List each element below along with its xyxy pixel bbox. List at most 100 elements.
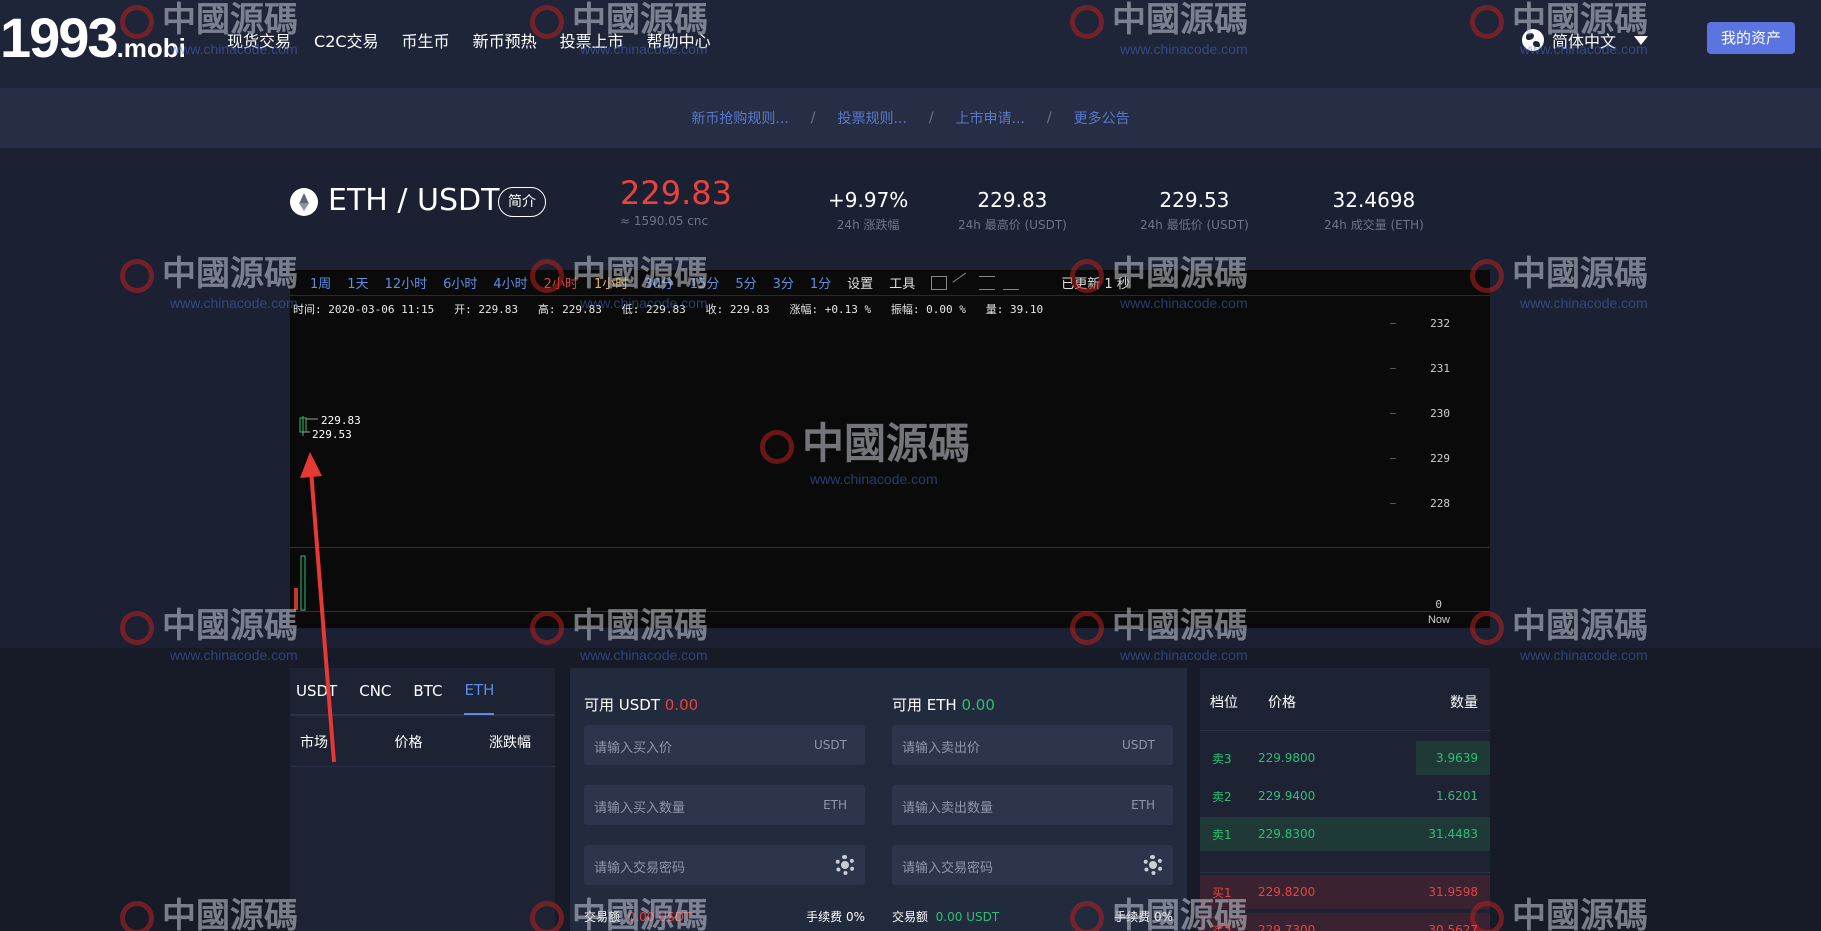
stat-change: +9.97% 24h 涨跌幅 <box>828 188 908 233</box>
buy-password-placeholder: 请输入交易密码 <box>594 861 686 876</box>
notice-separator: / <box>928 110 934 126</box>
bid-row[interactable]: 买2 229.7300 30.5627 <box>1200 911 1490 931</box>
order-book: 档位 价格 数量 卖3 229.9800 3.9639 卖2 229.9400 … <box>1200 668 1490 931</box>
bid-price: 229.8200 <box>1258 885 1316 899</box>
trading-pair: ETH / USDT <box>328 183 500 218</box>
announcement-bar: 新币抢购规则... / 投票规则... / 上市申请... / 更多公告 <box>0 88 1821 148</box>
buy-price-input[interactable]: 请输入买入价 USDT <box>584 725 865 765</box>
sell-fee: 手续费 0% <box>1114 910 1173 924</box>
buy-password-input[interactable]: 请输入交易密码 <box>584 845 865 885</box>
x-axis-now-label: Now <box>1427 614 1450 626</box>
ask-amount: 1.6201 <box>1436 789 1478 803</box>
last-price: 229.83 <box>620 174 732 212</box>
language-selector[interactable]: 简体中文 <box>1522 28 1649 52</box>
tab-usdt[interactable]: USDT <box>296 668 337 714</box>
ask-price: 229.8300 <box>1258 827 1316 841</box>
my-assets-button[interactable]: 我的资产 <box>1707 22 1795 54</box>
stat-high: 229.83 24h 最高价 (USDT) <box>958 188 1067 233</box>
ask-row[interactable]: 卖3 229.9800 3.9639 <box>1200 739 1490 777</box>
ask-amount: 31.4483 <box>1428 827 1478 841</box>
sell-password-input[interactable]: 请输入交易密码 <box>892 845 1173 885</box>
volume-bar <box>294 588 298 610</box>
gear-icon[interactable] <box>1143 855 1163 875</box>
notice-link[interactable]: 新币抢购规则... <box>691 108 788 128</box>
candle-layer <box>294 416 318 611</box>
kline-chart[interactable]: 1周 1天 12小时 6小时 4小时 2小时 1小时 30分 15分 5分 3分… <box>290 270 1490 628</box>
buy-price-unit: USDT <box>814 738 847 752</box>
stat-volume: 32.4698 24h 成交量 (ETH) <box>1324 188 1424 233</box>
buy-total-label: 交易额 <box>584 910 621 924</box>
buy-available-value: 0.00 <box>664 696 699 714</box>
sell-password-placeholder: 请输入交易密码 <box>902 861 994 876</box>
bid-price: 229.7300 <box>1258 923 1316 931</box>
buy-available-label: 可用 USDT <box>584 696 660 714</box>
high-value: 229.83 <box>977 188 1048 212</box>
col-market[interactable]: 市场 <box>300 732 328 752</box>
nav-vote-listing[interactable]: 投票上市 <box>560 28 624 52</box>
notice-more-link[interactable]: 更多公告 <box>1074 108 1130 128</box>
sell-price-input[interactable]: 请输入卖出价 USDT <box>892 725 1173 765</box>
low-label: 24h 最低价 (USDT) <box>1140 218 1249 232</box>
ask-level: 卖3 <box>1212 751 1232 766</box>
sell-available: 可用 ETH 0.00 <box>892 694 995 715</box>
ask-level: 卖1 <box>1212 827 1232 842</box>
notice-link[interactable]: 上市申请... <box>956 108 1025 128</box>
sell-footer: 交易额 0.00 USDT 手续费 0% <box>892 908 1173 925</box>
col-price[interactable]: 价格 <box>395 732 423 752</box>
bid-row[interactable]: 买1 229.8200 31.9598 <box>1200 873 1490 911</box>
main-nav: 现货交易 C2C交易 币生币 新币预热 投票上市 帮助中心 <box>227 28 711 52</box>
bid-amount: 31.9598 <box>1428 885 1478 899</box>
buy-price-placeholder: 请输入买入价 <box>594 741 673 756</box>
sell-amount-unit: ETH <box>1131 798 1155 812</box>
market-panel: USDT CNC BTC ETH 市场 价格 涨跌幅 <box>290 668 555 931</box>
notice-separator: / <box>1046 110 1052 126</box>
tab-btc[interactable]: BTC <box>413 668 442 714</box>
sell-amount-placeholder: 请输入卖出数量 <box>902 801 994 816</box>
buy-amount-unit: ETH <box>823 798 847 812</box>
sell-available-label: 可用 ETH <box>892 696 957 714</box>
volume-bar <box>300 555 306 611</box>
nav-spot-trading[interactable]: 现货交易 <box>227 28 291 52</box>
market-tabs: USDT CNC BTC ETH <box>290 668 555 716</box>
market-table-header: 市场 价格 涨跌幅 <box>290 716 555 767</box>
language-label: 简体中文 <box>1552 32 1617 51</box>
col-change[interactable]: 涨跌幅 <box>489 732 531 752</box>
ask-row[interactable]: 卖2 229.9400 1.6201 <box>1200 777 1490 815</box>
low-value: 229.53 <box>1159 188 1230 212</box>
col-amount: 数量 <box>1450 695 1478 711</box>
buy-amount-input[interactable]: 请输入买入数量 ETH <box>584 785 865 825</box>
volume-value: 32.4698 <box>1332 188 1416 212</box>
volume-label: 24h 成交量 (ETH) <box>1324 218 1424 232</box>
tab-cnc[interactable]: CNC <box>359 668 391 714</box>
stat-low: 229.53 24h 最低价 (USDT) <box>1140 188 1249 233</box>
notice-link[interactable]: 投票规则... <box>837 108 906 128</box>
sell-amount-input[interactable]: 请输入卖出数量 ETH <box>892 785 1173 825</box>
nav-c2c[interactable]: C2C交易 <box>314 28 379 52</box>
sell-price-unit: USDT <box>1122 738 1155 752</box>
x-axis-line <box>290 611 1490 612</box>
col-level: 档位 <box>1210 695 1238 711</box>
nav-coin-earn[interactable]: 币生币 <box>402 28 450 52</box>
sell-total-value: 0.00 USDT <box>935 910 1000 924</box>
nav-help[interactable]: 帮助中心 <box>647 28 711 52</box>
change-value: +9.97% <box>828 188 909 212</box>
sell-total-label: 交易额 <box>892 910 929 924</box>
sell-available-value: 0.00 <box>961 696 995 714</box>
trade-panel: 可用 USDT 0.00 请输入买入价 USDT 请输入买入数量 ETH 请输入… <box>570 668 1187 931</box>
buy-total-value: 0.00 USDT <box>627 910 692 924</box>
bid-level: 买1 <box>1212 885 1232 900</box>
tab-eth[interactable]: ETH <box>464 667 495 715</box>
ask-row[interactable]: 卖1 229.8300 31.4483 <box>1200 815 1490 853</box>
site-logo[interactable]: 1993.mobi <box>0 6 186 80</box>
coin-intro-button[interactable]: 简介 <box>498 187 546 217</box>
nav-new-coin[interactable]: 新币预热 <box>473 28 537 52</box>
notice-separator: / <box>810 110 816 126</box>
gear-icon[interactable] <box>835 855 855 875</box>
bid-amount: 30.5627 <box>1428 923 1478 931</box>
col-price: 价格 <box>1268 695 1296 711</box>
buy-footer: 交易额 0.00 USDT 手续费 0% <box>584 908 865 925</box>
volume-zero-label: 0 <box>1435 598 1442 611</box>
top-header: 1993.mobi 现货交易 C2C交易 币生币 新币预热 投票上市 帮助中心 … <box>0 0 1821 88</box>
caret-down-icon <box>1634 35 1649 45</box>
ask-price: 229.9800 <box>1258 751 1316 765</box>
